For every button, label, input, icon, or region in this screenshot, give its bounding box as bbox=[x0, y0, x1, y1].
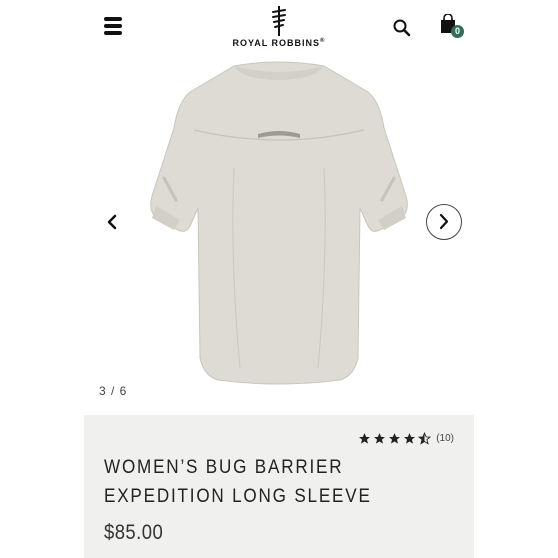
cart-count-badge: 0 bbox=[451, 25, 464, 38]
rating-summary[interactable]: (10) bbox=[358, 432, 454, 445]
menu-icon-bar bbox=[104, 24, 122, 28]
product-price: $85.00 bbox=[104, 521, 164, 544]
product-image[interactable] bbox=[84, 58, 474, 388]
chevron-left-icon bbox=[107, 214, 117, 230]
next-image-button[interactable] bbox=[426, 204, 462, 240]
brand-logo-icon bbox=[272, 6, 286, 36]
menu-icon-bar bbox=[104, 31, 122, 35]
chevron-right-icon bbox=[439, 213, 449, 230]
menu-button[interactable] bbox=[104, 17, 124, 35]
cart-button[interactable]: 0 bbox=[440, 14, 466, 40]
site-header: ROYAL ROBBINS® 0 bbox=[84, 0, 474, 58]
image-counter: 3 / 6 bbox=[99, 384, 128, 398]
star-full-icon bbox=[374, 433, 386, 444]
search-button[interactable] bbox=[392, 18, 412, 38]
previous-image-button[interactable] bbox=[98, 208, 126, 236]
star-full-icon bbox=[389, 433, 401, 444]
review-count: (10) bbox=[436, 433, 454, 444]
product-info-panel: (10) WOMEN’S BUG BARRIER EXPEDITION LONG… bbox=[84, 415, 474, 558]
brand-logo[interactable]: ROYAL ROBBINS® bbox=[224, 6, 334, 54]
star-half-icon bbox=[418, 432, 432, 445]
search-icon bbox=[393, 19, 411, 37]
app-screen: ROYAL ROBBINS® 0 3 / 6 (10) WOMEN’S BUG … bbox=[84, 0, 474, 558]
product-title: WOMEN’S BUG BARRIER EXPEDITION LONG SLEE… bbox=[104, 457, 372, 507]
star-full-icon bbox=[404, 433, 416, 444]
star-full-icon bbox=[359, 433, 371, 444]
product-image-gallery: 3 / 6 bbox=[84, 58, 474, 415]
menu-icon bbox=[104, 17, 122, 21]
brand-name: ROYAL ROBBINS® bbox=[232, 38, 326, 48]
